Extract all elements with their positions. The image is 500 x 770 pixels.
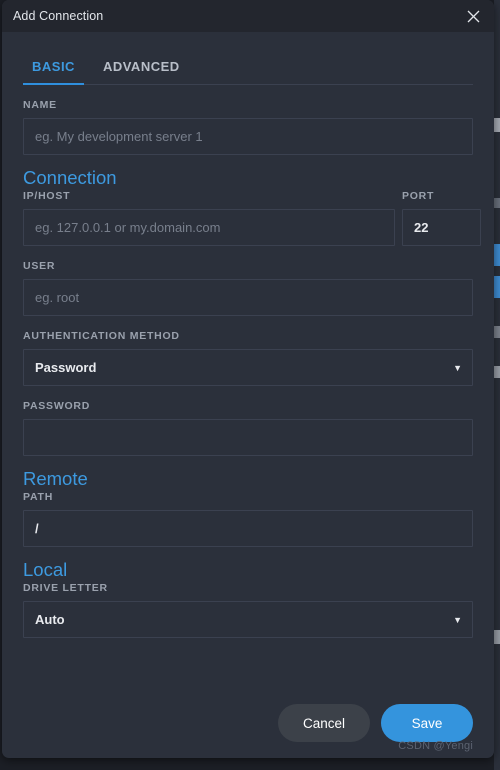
field-auth-method: AUTHENTICATION METHOD Password ▼ [23,330,473,386]
label-path: PATH [23,491,54,503]
field-password: PASSWORD [23,400,473,456]
password-input[interactable] [23,419,473,456]
tab-bar: BASIC ADVANCED [23,32,473,85]
host-input[interactable] [23,209,395,246]
host-port-row: IP/HOST PORT [23,190,481,246]
background-window-strip [494,0,500,770]
field-host: IP/HOST [23,190,395,246]
section-local: Local [23,559,68,580]
label-host: IP/HOST [23,190,71,202]
label-user: USER [23,260,56,272]
port-input[interactable] [402,209,481,246]
label-auth-method: AUTHENTICATION METHOD [23,330,180,342]
field-port: PORT [402,190,481,246]
cancel-button[interactable]: Cancel [278,704,370,742]
auth-method-select[interactable]: Password [23,349,473,386]
label-name: NAME [23,99,57,111]
section-connection: Connection [23,167,117,188]
section-remote: Remote [23,468,88,489]
path-input[interactable] [23,510,473,547]
close-icon[interactable] [452,0,494,32]
auth-method-select-wrap: Password ▼ [23,349,473,386]
label-drive-letter: DRIVE LETTER [23,582,108,594]
save-button[interactable]: Save [381,704,473,742]
dialog-body: BASIC ADVANCED NAME Connection IP/HOST P… [2,32,494,758]
field-user: USER [23,260,473,316]
screen: Add Connection BASIC ADVANCED NAME Conne… [0,0,500,770]
tab-advanced[interactable]: ADVANCED [103,59,180,84]
user-input[interactable] [23,279,473,316]
dialog-titlebar[interactable]: Add Connection [2,0,494,32]
label-port: PORT [402,190,435,202]
drive-letter-select-wrap: Auto ▼ [23,601,473,638]
dialog-footer: Cancel Save [23,704,473,742]
field-drive-letter: DRIVE LETTER Auto ▼ [23,582,473,638]
name-input[interactable] [23,118,473,155]
field-path: PATH [23,491,473,547]
tab-basic[interactable]: BASIC [23,59,84,85]
label-password: PASSWORD [23,400,91,412]
field-name: NAME [23,99,473,155]
dialog-title: Add Connection [13,9,104,23]
add-connection-dialog: Add Connection BASIC ADVANCED NAME Conne… [2,0,494,758]
drive-letter-select[interactable]: Auto [23,601,473,638]
